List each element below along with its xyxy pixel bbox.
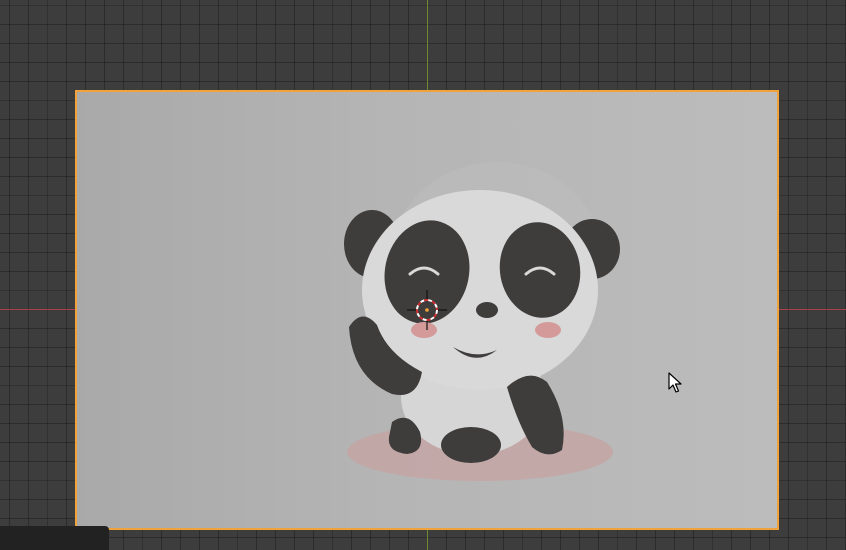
panda-foot [441,427,501,463]
3d-viewport[interactable] [0,0,846,550]
mouse-pointer-icon [668,372,682,393]
panda-right-cheek [535,322,561,338]
panda-nose [476,302,498,318]
status-panel [0,526,109,550]
3d-cursor-icon[interactable] [407,290,447,330]
